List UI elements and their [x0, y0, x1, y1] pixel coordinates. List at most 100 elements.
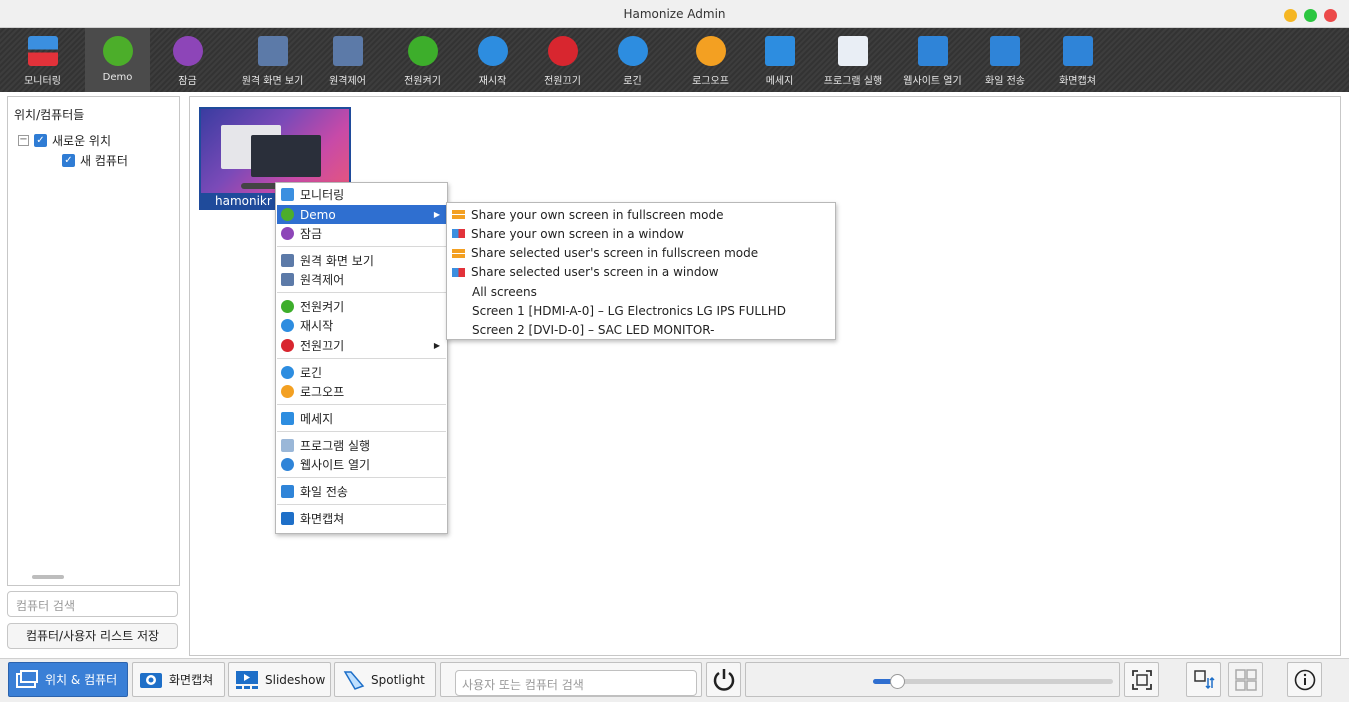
file-transfer-label: 화일 전송 — [985, 76, 1025, 87]
demo-option-2[interactable]: Share your own screen in a window — [448, 224, 834, 243]
context-item-logoff[interactable]: 로그오프 — [277, 382, 446, 401]
menu-separator — [277, 431, 446, 432]
computer-search-input[interactable]: 컴퓨터 검색 — [7, 591, 178, 617]
grid-view-button[interactable] — [1228, 662, 1263, 697]
demo-option-label: Share your own screen in a window — [471, 226, 684, 241]
toolbar-file-transfer-button[interactable]: 화일 전송 — [975, 28, 1035, 92]
context-item-file-transfer[interactable]: 화일 전송 — [277, 482, 446, 501]
context-item-message[interactable]: 메세지 — [277, 409, 446, 428]
menu-separator — [277, 358, 446, 359]
lock-icon — [281, 227, 294, 240]
toolbar-remote-view-button[interactable]: 원격 화면 보기 — [230, 28, 315, 92]
context-item-remote-control[interactable]: 원격제어 — [277, 270, 446, 289]
context-item-run-program[interactable]: 프로그램 실행 — [277, 436, 446, 455]
demo-option-label: All screens — [472, 284, 537, 299]
context-item-login[interactable]: 로긴 — [277, 363, 446, 382]
demo-icon — [102, 36, 133, 66]
zoom-slider[interactable] — [873, 674, 1113, 689]
maximize-button[interactable] — [1304, 9, 1317, 22]
remote-view-icon — [257, 36, 288, 66]
context-menu: 모니터링 Demo ▶ 잠금원격 화면 보기원격제어전원켜기재시작전원끄기 ▶ 로긴 로그오… — [275, 182, 448, 534]
fit-screen-button[interactable] — [1124, 662, 1159, 697]
grid-icon — [1234, 668, 1257, 691]
toolbar-logoff-button[interactable]: 로그오프 — [678, 28, 743, 92]
spotlight-button[interactable]: Spotlight — [334, 662, 436, 697]
toolbar-power-on-button[interactable]: 전원켜기 — [390, 28, 455, 92]
slideshow-button[interactable]: Slideshow — [228, 662, 331, 697]
user-computer-search-input[interactable]: 사용자 또는 컴퓨터 검색 — [455, 670, 697, 696]
sort-button[interactable] — [1186, 662, 1221, 697]
zoom-slider-handle[interactable] — [890, 674, 905, 689]
toolbar-demo-button[interactable]: Demo — [85, 28, 150, 92]
toolbar-open-website-button[interactable]: 웹사이트 열기 — [890, 28, 975, 92]
horizontal-scrollbar[interactable] — [32, 575, 64, 579]
checkbox-computer[interactable]: ✓ — [62, 154, 75, 167]
context-item-screenshot[interactable]: 화면캡쳐 — [277, 509, 446, 528]
demo-option-4[interactable]: Share selected user's screen in a window — [448, 263, 834, 282]
demo-option-1[interactable]: Share your own screen in fullscreen mode — [448, 205, 834, 224]
toolbar-monitoring-button[interactable]: 모니터링 — [10, 28, 75, 92]
demo-option-7[interactable]: Screen 2 [DVI-D-0] – SAC LED MONITOR- — [448, 321, 834, 340]
demo-option-label: Share selected user's screen in a window — [471, 265, 719, 280]
menu-separator — [277, 292, 446, 293]
window-icon — [452, 229, 465, 239]
context-item-label: 화일 전송 — [300, 485, 348, 499]
tree-location[interactable]: − ✓ 새로운 위치 — [18, 132, 111, 149]
context-item-monitoring[interactable]: 모니터링 — [277, 185, 446, 204]
power-on-label: 전원켜기 — [404, 76, 441, 87]
context-item-label: 재시작 — [300, 319, 334, 333]
slideshow-icon — [236, 670, 258, 689]
window-icon — [452, 267, 465, 277]
context-item-lock[interactable]: 잠금 — [277, 224, 446, 243]
context-item-label: 모니터링 — [300, 188, 345, 202]
context-item-power-on[interactable]: 전원켜기 — [277, 297, 446, 316]
minimize-button[interactable] — [1284, 9, 1297, 22]
info-icon — [1294, 669, 1315, 690]
about-button[interactable] — [1287, 662, 1322, 697]
context-item-label: 원격제어 — [300, 273, 345, 287]
reboot-label: 재시작 — [478, 76, 507, 87]
power-on-icon — [407, 36, 438, 66]
toolbar-message-button[interactable]: 메세지 — [752, 28, 807, 92]
close-button[interactable] — [1324, 9, 1337, 22]
toolbar-power-off-button[interactable]: 전원끄기 — [530, 28, 595, 92]
context-item-demo[interactable]: Demo ▶ — [277, 205, 446, 224]
context-item-label: 전원켜기 — [300, 300, 345, 314]
screenshot-label: 화면캡쳐 — [1059, 76, 1096, 87]
context-item-label: 메세지 — [300, 412, 334, 426]
website-icon — [281, 458, 294, 471]
toolbar-login-button[interactable]: 로긴 — [605, 28, 660, 92]
run-program-icon — [838, 36, 868, 66]
locations-label: 위치 & 컴퓨터 — [45, 673, 118, 687]
main-toolbar: 모니터링 Demo 잠금 원격 화면 보기 원격제어 전원켜기 재시작 전원끄기 로긴 로그오프 메… — [0, 28, 1349, 92]
demo-option-6[interactable]: Screen 1 [HDMI-A-0] – LG Electronics LG … — [448, 302, 834, 321]
run-program-icon — [281, 439, 294, 452]
logoff-label: 로그오프 — [692, 76, 729, 87]
menu-separator — [277, 504, 446, 505]
power-button[interactable] — [706, 662, 741, 697]
demo-option-label: Share your own screen in fullscreen mode — [471, 207, 724, 222]
checkbox-location[interactable]: ✓ — [34, 134, 47, 147]
menu-separator — [277, 404, 446, 405]
context-item-reboot[interactable]: 재시작 — [277, 316, 446, 335]
message-icon — [764, 36, 795, 66]
collapse-icon[interactable]: − — [18, 135, 29, 146]
locations-computers-button[interactable]: 위치 & 컴퓨터 — [8, 662, 128, 697]
title-bar: Hamonize Admin — [0, 0, 1349, 28]
demo-option-5[interactable]: All screens — [448, 282, 834, 301]
toolbar-run-program-button[interactable]: 프로그램 실행 — [818, 28, 888, 92]
demo-option-3[interactable]: Share selected user's screen in fullscre… — [448, 244, 834, 263]
toolbar-lock-button[interactable]: 잠금 — [160, 28, 215, 92]
context-item-website[interactable]: 웹사이트 열기 — [277, 455, 446, 474]
demo-option-label: Share selected user's screen in fullscre… — [471, 246, 759, 261]
toolbar-reboot-button[interactable]: 재시작 — [465, 28, 520, 92]
screenshot-button[interactable]: 화면캡쳐 — [132, 662, 225, 697]
slideshow-label: Slideshow — [265, 672, 326, 687]
tree-computer[interactable]: ✓ 새 컴퓨터 — [62, 152, 128, 169]
toolbar-remote-control-button[interactable]: 원격제어 — [315, 28, 380, 92]
save-list-button[interactable]: 컴퓨터/사용자 리스트 저장 — [7, 623, 178, 649]
reboot-icon — [477, 36, 508, 66]
toolbar-screenshot-button[interactable]: 화면캡쳐 — [1045, 28, 1110, 92]
context-item-remote-view[interactable]: 원격 화면 보기 — [277, 251, 446, 270]
context-item-power-off[interactable]: 전원끄기 ▶ — [277, 336, 446, 355]
